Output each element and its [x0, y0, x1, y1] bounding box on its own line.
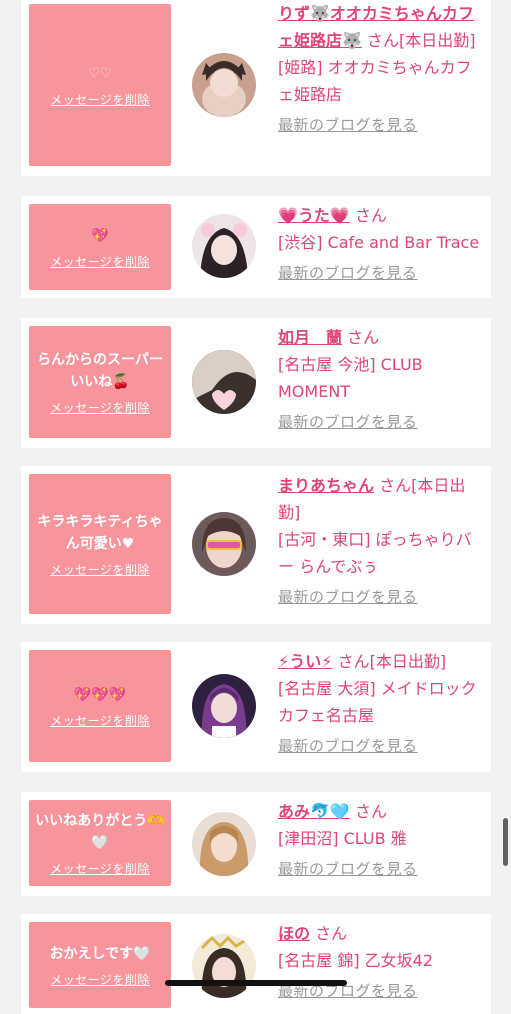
- home-indicator[interactable]: [165, 980, 347, 986]
- message-box: いいねありがとう🫶🤍 メッセージを削除: [29, 800, 171, 886]
- cast-info: まりあちゃん さん[本日出勤] [古河・東口] ぽっちゃりバー らんでぶぅ 最新…: [278, 472, 486, 611]
- cast-name-link[interactable]: あみ🐬🩵: [278, 802, 350, 821]
- message-box: キラキラキティちゃん可愛い♥ メッセージを削除: [29, 474, 171, 614]
- message-text: いいねありがとう🫶🤍: [35, 812, 165, 851]
- latest-blog-link[interactable]: 最新のブログを見る: [278, 409, 418, 436]
- cast-info: 💗うた💗 さん [渋谷] Cafe and Bar Trace 最新のブログを見…: [278, 202, 486, 287]
- shop-info: [渋谷] Cafe and Bar Trace: [278, 233, 480, 252]
- avatar[interactable]: [192, 512, 256, 576]
- message-text: 💖💖💖: [73, 686, 127, 703]
- latest-blog-link[interactable]: 最新のブログを見る: [278, 260, 418, 287]
- cast-name-link[interactable]: 如月 蘭: [278, 328, 342, 347]
- avatar[interactable]: [192, 812, 256, 876]
- honorific: さん: [347, 328, 380, 347]
- shop-info: [姫路] オオカミちゃんカフェ姫路店: [278, 58, 472, 104]
- cast-name-link[interactable]: 💗うた💗: [278, 206, 350, 225]
- honorific: さん: [337, 652, 370, 671]
- shop-info: [古河・東口] ぽっちゃりバー らんでぶぅ: [278, 530, 472, 576]
- cast-info: りず🐺オオカミちゃんカフェ姫路店🐺 さん[本日出勤] [姫路] オオカミちゃんカ…: [278, 0, 486, 139]
- list-item: おかえしです🤍 メッセージを削除 ほの さん [名古屋 錦] 乙女坂42 最新の…: [21, 914, 491, 1014]
- list-item: 💖 メッセージを削除 💗うた💗 さん [渋谷] Cafe and Bar Tra…: [21, 196, 491, 298]
- message-text: キラキラキティちゃん可愛い♥: [37, 513, 163, 552]
- list-item: いいねありがとう🫶🤍 メッセージを削除 あみ🐬🩵 さん [津田沼] CLUB 雅…: [21, 792, 491, 896]
- delete-message-link[interactable]: メッセージを削除: [50, 971, 150, 988]
- list-item: らんからのスーパーいいね🍒 メッセージを削除 如月 蘭 さん [名古屋 今池] …: [21, 318, 491, 448]
- shop-info: [津田沼] CLUB 雅: [278, 829, 407, 848]
- avatar[interactable]: [192, 350, 256, 414]
- latest-blog-link[interactable]: 最新のブログを見る: [278, 584, 418, 611]
- honorific: さん: [379, 476, 412, 495]
- honorific: さん: [354, 802, 387, 821]
- delete-message-link[interactable]: メッセージを削除: [50, 399, 150, 416]
- delete-message-link[interactable]: メッセージを削除: [50, 253, 150, 270]
- delete-message-link[interactable]: メッセージを削除: [50, 561, 150, 578]
- on-duty-badge: [本日出勤]: [369, 652, 447, 671]
- latest-blog-link[interactable]: 最新のブログを見る: [278, 856, 418, 883]
- cast-info: ⚡うい⚡ さん[本日出勤] [名古屋 大須] メイドロックカフェ名古屋 最新のブ…: [278, 648, 486, 760]
- avatar[interactable]: [192, 53, 256, 117]
- honorific: さん: [367, 31, 400, 50]
- message-box: 💖 メッセージを削除: [29, 204, 171, 290]
- message-box: ♡♡ メッセージを削除: [29, 4, 171, 166]
- message-box: 💖💖💖 メッセージを削除: [29, 650, 171, 762]
- cast-name-link[interactable]: ⚡うい⚡: [278, 652, 332, 671]
- honorific: さん: [315, 924, 348, 943]
- delete-message-link[interactable]: メッセージを削除: [50, 860, 150, 877]
- message-text: ♡♡: [88, 65, 112, 81]
- avatar[interactable]: [192, 934, 256, 998]
- delete-message-link[interactable]: メッセージを削除: [50, 712, 150, 729]
- avatar[interactable]: [192, 674, 256, 738]
- cast-name-link[interactable]: ほの: [278, 924, 310, 943]
- message-text: おかえしです🤍: [49, 945, 151, 962]
- message-text: 💖: [91, 227, 109, 244]
- cast-info: ほの さん [名古屋 錦] 乙女坂42 最新のブログを見る: [278, 920, 486, 1005]
- avatar[interactable]: [192, 214, 256, 278]
- shop-info: [名古屋 大須] メイドロックカフェ名古屋: [278, 679, 477, 725]
- shop-info: [名古屋 錦] 乙女坂42: [278, 951, 434, 970]
- cast-info: あみ🐬🩵 さん [津田沼] CLUB 雅 最新のブログを見る: [278, 798, 486, 883]
- message-text: らんからのスーパーいいね🍒: [37, 351, 163, 390]
- delete-message-link[interactable]: メッセージを削除: [50, 91, 150, 108]
- message-box: らんからのスーパーいいね🍒 メッセージを削除: [29, 326, 171, 438]
- honorific: さん: [354, 206, 387, 225]
- scrollbar[interactable]: [503, 818, 508, 866]
- shop-info: [名古屋 今池] CLUB MOMENT: [278, 355, 423, 401]
- cast-info: 如月 蘭 さん [名古屋 今池] CLUB MOMENT 最新のブログを見る: [278, 324, 486, 436]
- list-item: 💖💖💖 メッセージを削除 ⚡うい⚡ さん[本日出勤] [名古屋 大須] メイドロ…: [21, 642, 491, 772]
- list-item: キラキラキティちゃん可愛い♥ メッセージを削除 まりあちゃん さん[本日出勤] …: [21, 466, 491, 624]
- message-box: おかえしです🤍 メッセージを削除: [29, 922, 171, 1008]
- list-item: ♡♡ メッセージを削除 りず🐺オオカミちゃんカフェ姫路店🐺 さん[本日出勤] […: [21, 0, 491, 176]
- on-duty-badge: [本日出勤]: [399, 31, 476, 50]
- cast-name-link[interactable]: まりあちゃん: [278, 476, 374, 495]
- latest-blog-link[interactable]: 最新のブログを見る: [278, 733, 418, 760]
- latest-blog-link[interactable]: 最新のブログを見る: [278, 112, 418, 139]
